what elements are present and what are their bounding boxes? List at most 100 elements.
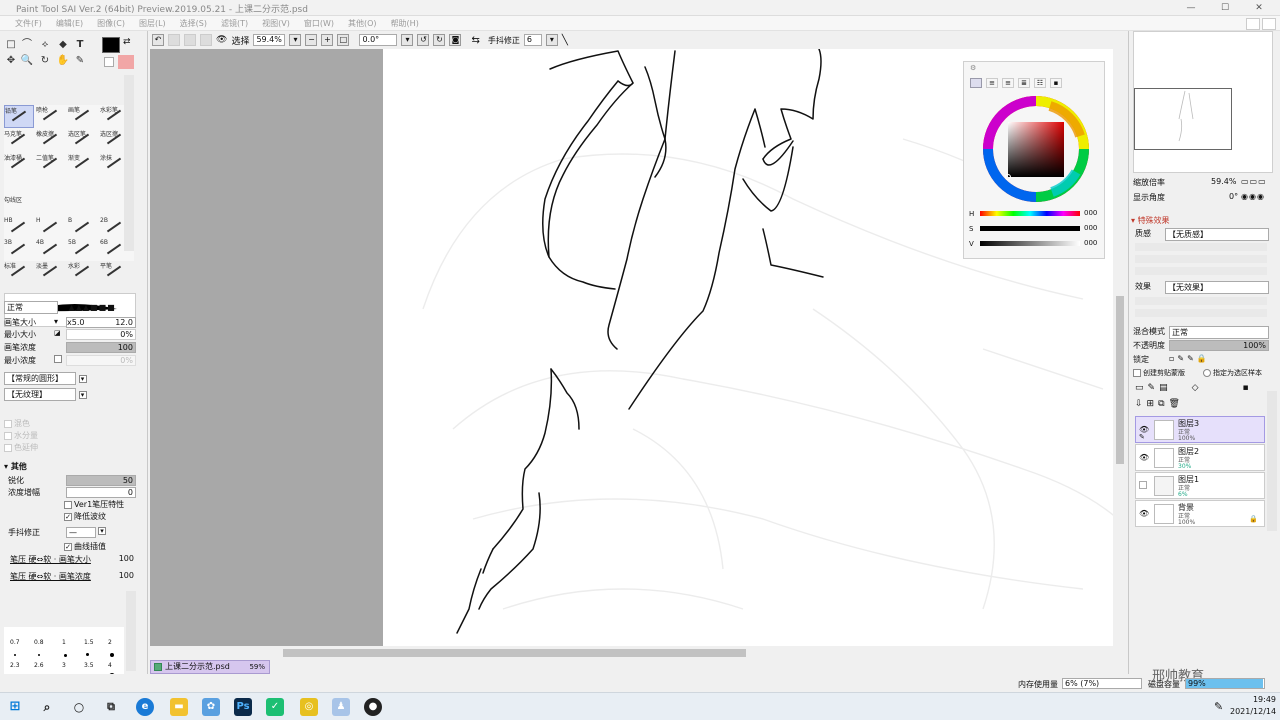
preset-label[interactable]: 2 — [108, 639, 112, 646]
brush-shape-select[interactable]: 【常规的圆形】 — [4, 372, 76, 385]
brush-grid-scrollbar[interactable] — [124, 75, 134, 251]
color-wheel-tab[interactable] — [970, 78, 982, 88]
edge-icon[interactable]: e — [136, 698, 154, 716]
brush-bucket[interactable]: 油漆桶 — [4, 153, 34, 176]
check[interactable] — [4, 419, 12, 428]
preset-label[interactable]: 2.6 — [34, 662, 44, 669]
brush-airbrush[interactable]: 喷枪 — [36, 105, 66, 128]
blend-select[interactable]: 正常 — [1169, 326, 1269, 339]
navigator[interactable] — [1133, 31, 1273, 173]
brush-outline[interactable]: 勾线区 — [4, 195, 34, 218]
secondary-color-swatch[interactable] — [118, 55, 134, 69]
panel-mini-button[interactable] — [1246, 18, 1260, 30]
minimize-button[interactable]: — — [1174, 0, 1208, 16]
zoom-input[interactable]: 59.4% — [253, 34, 286, 46]
pen-input-icon[interactable]: ✎ — [1214, 700, 1223, 713]
brush-texture-select[interactable]: 【无纹理】 — [4, 388, 76, 401]
effect-select[interactable]: 【无效果】 — [1165, 281, 1269, 294]
preset-label[interactable]: 1.5 — [84, 639, 94, 646]
ver1-check[interactable] — [64, 500, 72, 509]
delete-layer-icon[interactable]: 🗑 — [1169, 399, 1180, 413]
color-wheel[interactable] — [980, 94, 1092, 204]
close-button[interactable]: ✕ — [1242, 0, 1276, 16]
brush-4b[interactable]: 4B — [36, 239, 66, 262]
mindensity-check[interactable] — [54, 355, 62, 363]
move-icon[interactable]: ✥ — [4, 55, 18, 67]
nav-zoom-value[interactable]: 59.4% — [1211, 177, 1236, 186]
zoom-in-icon[interactable]: + — [321, 34, 334, 46]
zoom-tool-icon[interactable]: 🔍 — [20, 55, 34, 67]
eye-icon[interactable]: 👁 — [216, 35, 227, 45]
copy-layer-icon[interactable]: ⧉ — [1158, 399, 1164, 413]
brush-h[interactable]: H — [36, 217, 66, 240]
layer-item[interactable]: 👁 ✎ 图层3 正常 100% — [1135, 416, 1265, 443]
navigator-viewport[interactable] — [1134, 88, 1232, 150]
layer-item[interactable]: 👁 图层2 正常 30% — [1135, 444, 1265, 471]
angle-dropdown-icon[interactable]: ▾ — [401, 34, 414, 46]
preset-label[interactable]: 2.3 — [10, 662, 20, 669]
brush-standard[interactable]: 标准 — [4, 261, 34, 284]
rgb-slider-tab[interactable]: ≡ — [986, 78, 998, 88]
layer-item[interactable]: 图层1 正常 6% — [1135, 472, 1265, 499]
sel-sample-check[interactable] — [1203, 369, 1211, 377]
presets-scrollbar[interactable] — [126, 591, 136, 671]
horizontal-scroll-thumb[interactable] — [283, 649, 746, 657]
menu-image[interactable]: 图像(C) — [90, 16, 132, 30]
preset-label[interactable]: 3 — [62, 662, 66, 669]
fill-select-icon[interactable]: ◆ — [56, 39, 70, 51]
panel-mini-button[interactable] — [1262, 18, 1276, 30]
task-view-icon[interactable]: ⧉ — [102, 698, 120, 716]
pressure2-value[interactable]: 100 — [119, 571, 134, 580]
brush-5b[interactable]: 5B — [68, 239, 98, 262]
preset-label[interactable]: 0.8 — [34, 639, 44, 646]
obs-icon[interactable]: ● — [364, 698, 382, 716]
gear-icon[interactable]: ⚙ — [970, 64, 976, 72]
brush-shape-icons[interactable]: ▲▲▲■■■ — [69, 303, 116, 312]
primary-color-swatch[interactable] — [102, 37, 120, 53]
text-tool-icon[interactable]: T — [73, 39, 87, 51]
menu-edit[interactable]: 编辑(E) — [49, 16, 90, 30]
transparent-color-swatch[interactable] — [104, 57, 114, 67]
windows-start-icon[interactable]: ⊞ — [6, 698, 24, 716]
hand-tool-icon[interactable]: ✋ — [56, 55, 70, 67]
photoshop-icon[interactable]: Ps — [234, 698, 252, 716]
app-icon-4[interactable]: ♟ — [332, 698, 350, 716]
rotate-right-icon[interactable]: ↻ — [433, 34, 446, 46]
saturation-value[interactable]: 000 — [1084, 224, 1097, 232]
clip-check[interactable] — [1133, 369, 1141, 377]
opacity-slider[interactable]: 100% — [1169, 340, 1269, 351]
flip-icon[interactable]: ⇆ — [471, 35, 479, 46]
scratch-tab[interactable]: ▪ — [1050, 78, 1062, 88]
search-icon[interactable]: ⌕ — [38, 698, 56, 716]
mixer-tab[interactable]: ☷ — [1034, 78, 1046, 88]
lasso-icon[interactable]: ⌒ — [20, 39, 34, 51]
zoom-reset-icon[interactable]: □ — [337, 34, 350, 46]
rotate-left-icon[interactable]: ↺ — [417, 34, 430, 46]
straight-line-icon[interactable]: ╲ — [562, 35, 568, 46]
brush-select-pen[interactable]: 选区笔 — [68, 129, 98, 152]
menu-other[interactable]: 其他(O) — [341, 16, 384, 30]
brush-light-ink[interactable]: 淡墨 — [36, 261, 66, 284]
check[interactable] — [4, 443, 12, 452]
hsv-slider-tab[interactable]: ≡ — [1002, 78, 1014, 88]
layer-item[interactable]: 👁 背景 正常 100% 🔒 — [1135, 500, 1265, 527]
maximize-button[interactable]: ☐ — [1208, 0, 1242, 16]
redo-icon[interactable] — [168, 34, 180, 46]
new-folder-icon[interactable]: ▤ — [1159, 383, 1168, 397]
sharpen-slider[interactable]: 50 — [66, 475, 136, 486]
nav-angle-buttons[interactable]: ◉◉◉ — [1241, 192, 1265, 201]
preset-label[interactable]: 1 — [62, 639, 66, 646]
value-value[interactable]: 000 — [1084, 239, 1097, 247]
swatch-tab[interactable]: ≣ — [1018, 78, 1030, 88]
deselect-icon[interactable] — [184, 34, 196, 46]
stab-dropdown-icon[interactable]: ▾ — [98, 527, 106, 535]
preset-label[interactable]: 3.5 — [84, 662, 94, 669]
brush-eraser[interactable]: 橡皮擦 — [36, 129, 66, 152]
curve-icon[interactable]: ◪ — [54, 329, 61, 337]
texture-dropdown-icon[interactable]: ▾ — [78, 390, 87, 399]
other-section-header[interactable]: ▾ 其他 — [4, 461, 136, 473]
angle-input[interactable]: 0.0° — [359, 34, 398, 46]
nav-zoom-buttons[interactable]: ▭▭▭ — [1241, 177, 1267, 186]
brush-gradient[interactable]: 渐变 — [68, 153, 98, 176]
brush-3b[interactable]: 3B — [4, 239, 34, 262]
